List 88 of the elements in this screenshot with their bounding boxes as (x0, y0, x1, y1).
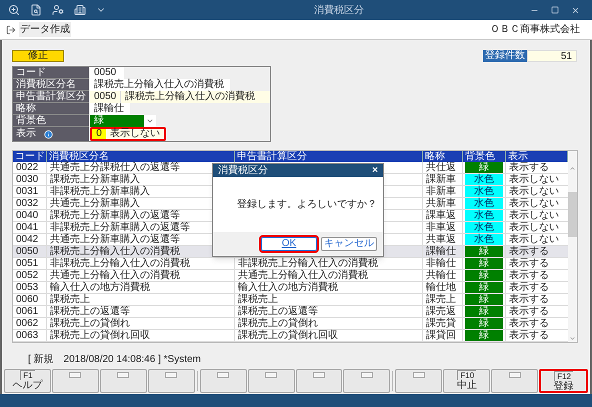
color-swatch: 水色 (465, 210, 503, 221)
color-swatch: 緑 (465, 282, 503, 293)
table-cell: 共通売上分輸入仕入の消費税 (47, 270, 235, 281)
table-cell: 0042 (13, 234, 47, 245)
table-cell: 0040 (13, 210, 47, 221)
table-cell: 課税売上の貸倒れ回収 (238, 330, 338, 341)
table-cell-text: 表示する (508, 330, 550, 341)
table-cell-text: 表示する (508, 270, 550, 281)
table-cell: 輸入仕入の地方消費税 (238, 282, 338, 293)
table-cell: 課売上 (423, 294, 463, 305)
table-cell: 0063 (13, 330, 47, 341)
table-cell: 課税売上の返還等 (238, 306, 318, 317)
company-name: ＯＢＣ商事株式会社 (490, 22, 581, 37)
table-cell-text: 表示する (508, 258, 550, 269)
table-cell: 非課税売上分輸入仕入の消費税 (238, 258, 378, 269)
color-swatch: 緑 (465, 294, 503, 305)
status-text: [ 新規 2018/08/20 14:08:46 ] *System (28, 354, 201, 365)
table-cell: 課税売上 (238, 294, 278, 305)
table-cell: 0060 (13, 294, 47, 305)
table-cell: 0030 (13, 174, 47, 185)
table-cell-text: 表示する (508, 246, 550, 257)
field-label: 申告書計算区分 (13, 91, 89, 103)
field-label: 消費税区分名 (13, 79, 89, 91)
table-cell: 0031 (13, 186, 47, 197)
table-cell: 0053 (13, 282, 47, 293)
table-cell: 0062 (13, 318, 47, 329)
table-cell: 0041 (13, 222, 47, 233)
window-title: 消費税区分 (313, 4, 365, 18)
table-cell: 共輸仕 (423, 270, 463, 281)
dialog-message: 登録します。よろしいですか？ (237, 198, 377, 212)
table-cell-text: 表示する (508, 162, 550, 173)
table-cell: 0061 (13, 306, 47, 317)
table-cell: 課税売上 (47, 294, 235, 305)
color-swatch: 緑 (465, 258, 503, 269)
table-cell: 共通売上分輸入仕入の消費税 (238, 270, 368, 281)
table-cell: 0022 (13, 162, 47, 173)
table-cell: 課税売上の貸倒れ回収 (47, 330, 235, 341)
table-cell-text: 表示しない (508, 198, 560, 209)
table-cell: 課貸回 (423, 330, 463, 341)
table-cell-text: 表示しない (508, 174, 560, 185)
table-cell: 課税売上の貸倒れ (47, 318, 235, 329)
table-cell-text: 表示しない (508, 210, 560, 221)
table-cell: 課税売上の返還等 (47, 306, 235, 317)
color-swatch: 緑 (465, 162, 503, 173)
color-swatch: 水色 (465, 198, 503, 209)
table-cell: 共新車 (423, 198, 463, 209)
mode-badge: 修正 (12, 50, 64, 62)
table-cell: 0032 (13, 198, 47, 209)
table-cell-text: 表示する (508, 306, 550, 317)
table-cell: 0052 (13, 270, 47, 281)
field-label: コード (13, 67, 89, 79)
color-swatch: 緑 (465, 246, 503, 257)
table-cell: 非車返 (423, 222, 463, 233)
field-label: 背景色 (13, 115, 89, 127)
table-cell: 非新車 (423, 186, 463, 197)
table-cell: 共仕返 (423, 162, 463, 173)
color-swatch: 緑 (465, 306, 503, 317)
table-cell: 非課税売上分輸入仕入の消費税 (47, 258, 235, 269)
table-cell-text: 表示しない (508, 234, 560, 245)
color-swatch: 水色 (465, 234, 503, 245)
table-cell: 課車返 (423, 210, 463, 221)
color-swatch: 水色 (465, 186, 503, 197)
table-cell: 輸入仕入の地方消費税 (47, 282, 235, 293)
table-cell: 課売貸 (423, 318, 463, 329)
color-swatch: 緑 (465, 330, 503, 341)
color-swatch: 緑 (465, 318, 503, 329)
count-value: 51 (527, 50, 577, 62)
table-cell-text: 表示しない (508, 222, 560, 233)
table-cell: 課売返 (423, 306, 463, 317)
table-cell-text: 表示する (508, 294, 550, 305)
color-swatch: 水色 (465, 222, 503, 233)
table-cell: 課税売上の貸倒れ (238, 318, 318, 329)
table-cell: 輸仕地 (423, 282, 463, 293)
color-swatch: 水色 (465, 174, 503, 185)
table-cell-text: 表示する (508, 282, 550, 293)
table-cell: 課新車 (423, 174, 463, 185)
table-cell-text: 表示しない (508, 186, 560, 197)
table-cell: 課輸仕 (423, 246, 463, 257)
count-label: 登録件数 (483, 50, 527, 62)
table-cell: 非輸仕 (423, 258, 463, 269)
field-label: 表示 (16, 128, 36, 140)
field-label: 略称 (13, 103, 89, 115)
table-cell: 0050 (13, 246, 47, 257)
color-swatch: 緑 (465, 270, 503, 281)
name-field: 課税売上分輸入仕入の消費税 (120, 91, 270, 103)
table-cell: 0051 (13, 258, 47, 269)
table-cell: 共車返 (423, 234, 463, 245)
table-cell-text: 表示する (508, 318, 550, 329)
